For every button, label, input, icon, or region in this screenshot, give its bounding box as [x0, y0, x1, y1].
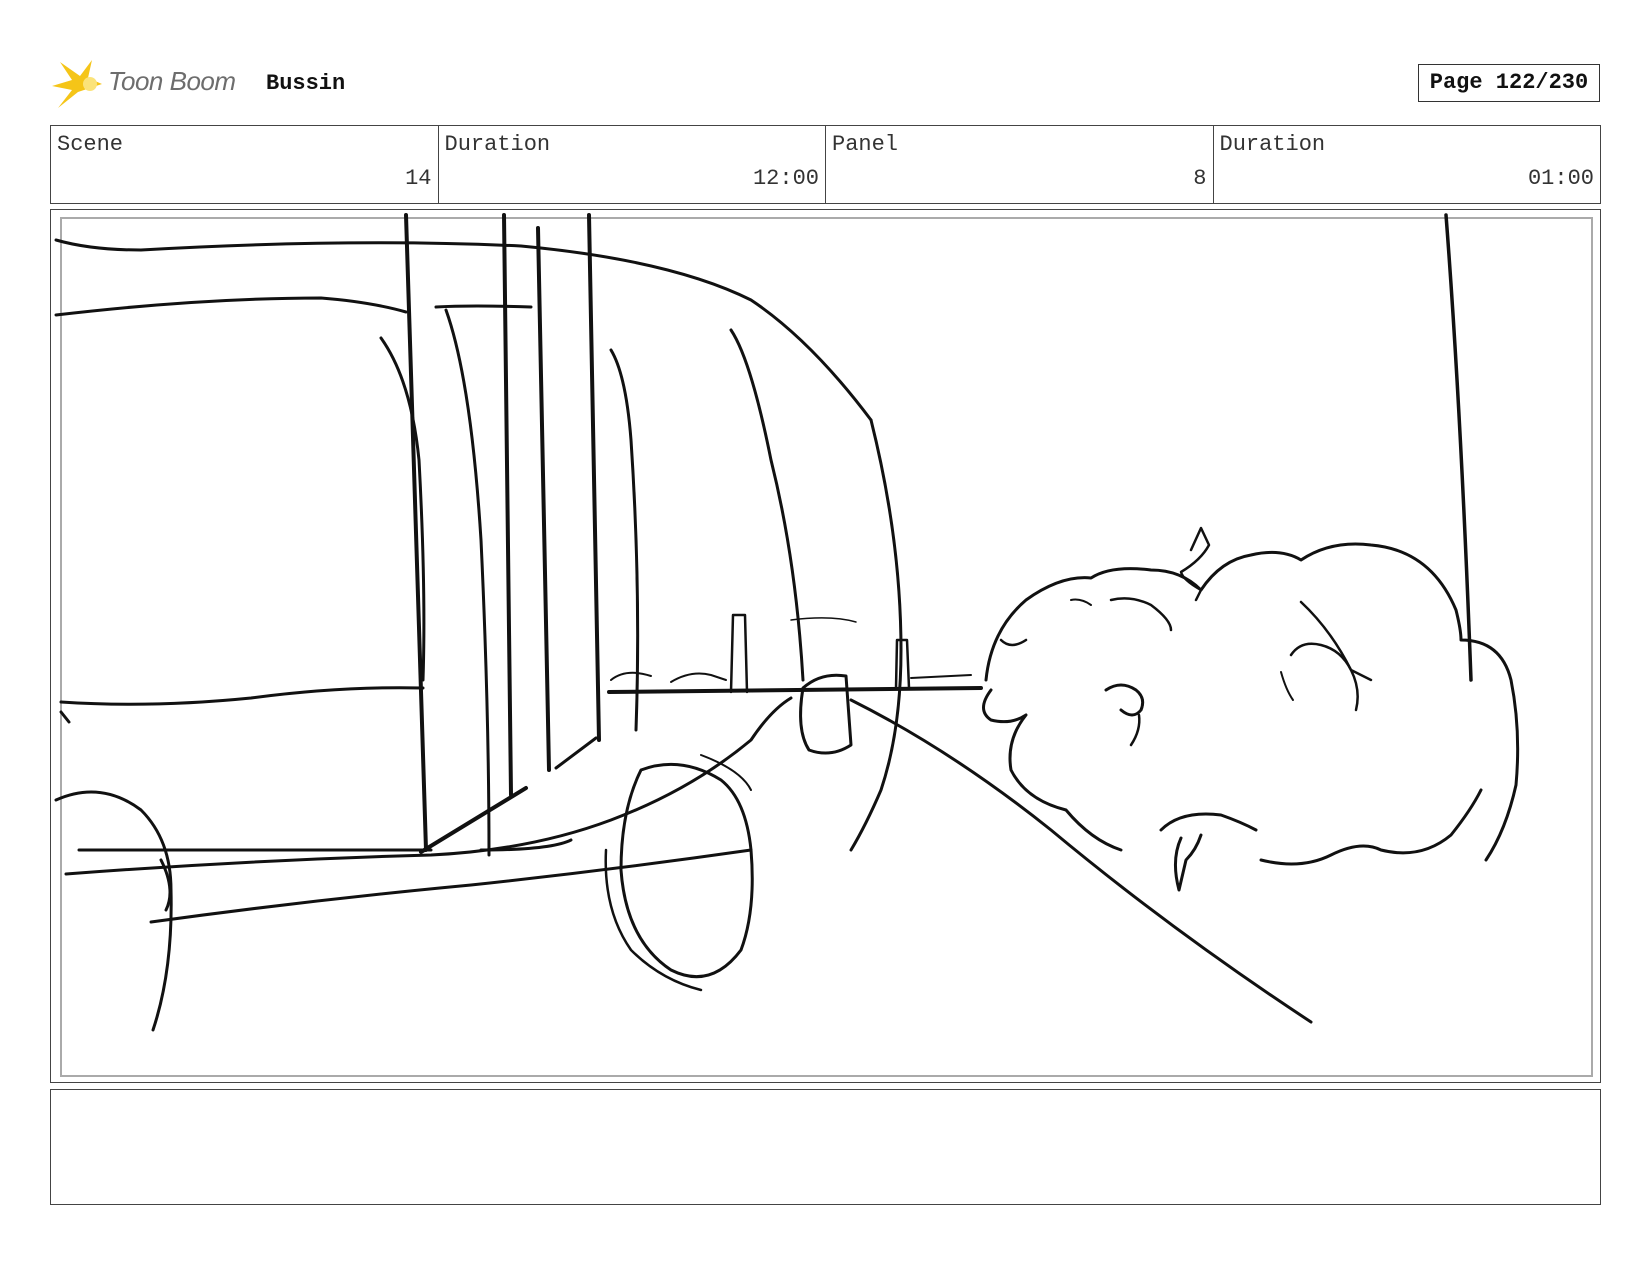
panel-duration-value: 01:00 [1527, 166, 1594, 191]
bus-lower-line [149, 848, 753, 924]
project-title: Bussin [266, 71, 346, 96]
window-top-line-2 [434, 304, 533, 309]
bush-scribble-2 [1280, 671, 1294, 701]
pole-2 [502, 213, 513, 797]
step-line [419, 786, 528, 854]
logo-star-core [83, 77, 97, 91]
distant-roof-2 [670, 672, 727, 683]
scene-duration-label: Duration [444, 132, 551, 157]
door-edge [444, 308, 491, 857]
front-wheel-arch [54, 790, 173, 1032]
distant-roof-3 [910, 674, 972, 679]
distant-roof-1 [610, 671, 652, 681]
bush-inner-3 [1299, 600, 1359, 712]
page-indicator: Page 122/230 [1418, 64, 1600, 102]
bus-front-edge [849, 418, 903, 852]
bush-curl-top [1070, 598, 1092, 606]
pole-5 [1444, 213, 1473, 682]
bush-outline-top [984, 542, 1520, 862]
distant-wire [790, 617, 857, 623]
scene-cell: Scene 14 [51, 126, 439, 203]
scene-duration-value: 12:00 [752, 166, 819, 191]
panel-cell: Panel 8 [826, 126, 1214, 203]
scene-label: Scene [57, 132, 124, 157]
safe-area-frame [60, 217, 1593, 1077]
distant-post [894, 638, 911, 690]
logo-text: Toon Boom [108, 66, 236, 96]
scene-value: 14 [405, 166, 432, 191]
bush-inner-2 [1174, 833, 1203, 892]
scene-duration-cell: Duration 12:00 [439, 126, 826, 203]
logo-star-icon [52, 60, 102, 108]
pole-4 [587, 213, 601, 742]
bush-curl-mid-tail [1129, 713, 1141, 747]
pole-3 [536, 226, 551, 772]
windshield-edge [729, 328, 805, 682]
window-bottom-line [59, 686, 425, 706]
bush-leaf [1179, 526, 1211, 602]
bush-scribble-1 [1289, 642, 1373, 682]
bush-inner-4 [1109, 597, 1173, 632]
bush-outline-bottom [1259, 788, 1483, 866]
window-top-line [54, 296, 408, 317]
bush-inner-1 [1159, 812, 1258, 832]
storyboard-panel [50, 209, 1601, 1083]
panel-label: Panel [832, 132, 899, 157]
road-edge [849, 698, 1313, 1024]
bush-curl-mid [1104, 683, 1145, 717]
panel-duration-label: Duration [1219, 132, 1326, 157]
bush-outline-left [982, 688, 1123, 852]
panel-duration-cell: Duration 01:00 [1214, 126, 1601, 203]
toon-boom-logo: Toon Boom [52, 56, 252, 112]
bush-curl-left [999, 638, 1028, 647]
headlight [799, 673, 853, 755]
window-corner [59, 710, 71, 724]
panel-sketch [54, 213, 1593, 1077]
rear-wheel [619, 762, 754, 979]
panel-info-row: Scene 14 Duration 12:00 Panel 8 Duration… [50, 125, 1601, 204]
distant-tower [729, 613, 749, 694]
bus-roof-line [54, 238, 873, 422]
horizon-line [607, 686, 983, 694]
panel-caption-box [50, 1089, 1601, 1205]
panel-value: 8 [1193, 166, 1207, 191]
step-line-2 [554, 736, 598, 770]
